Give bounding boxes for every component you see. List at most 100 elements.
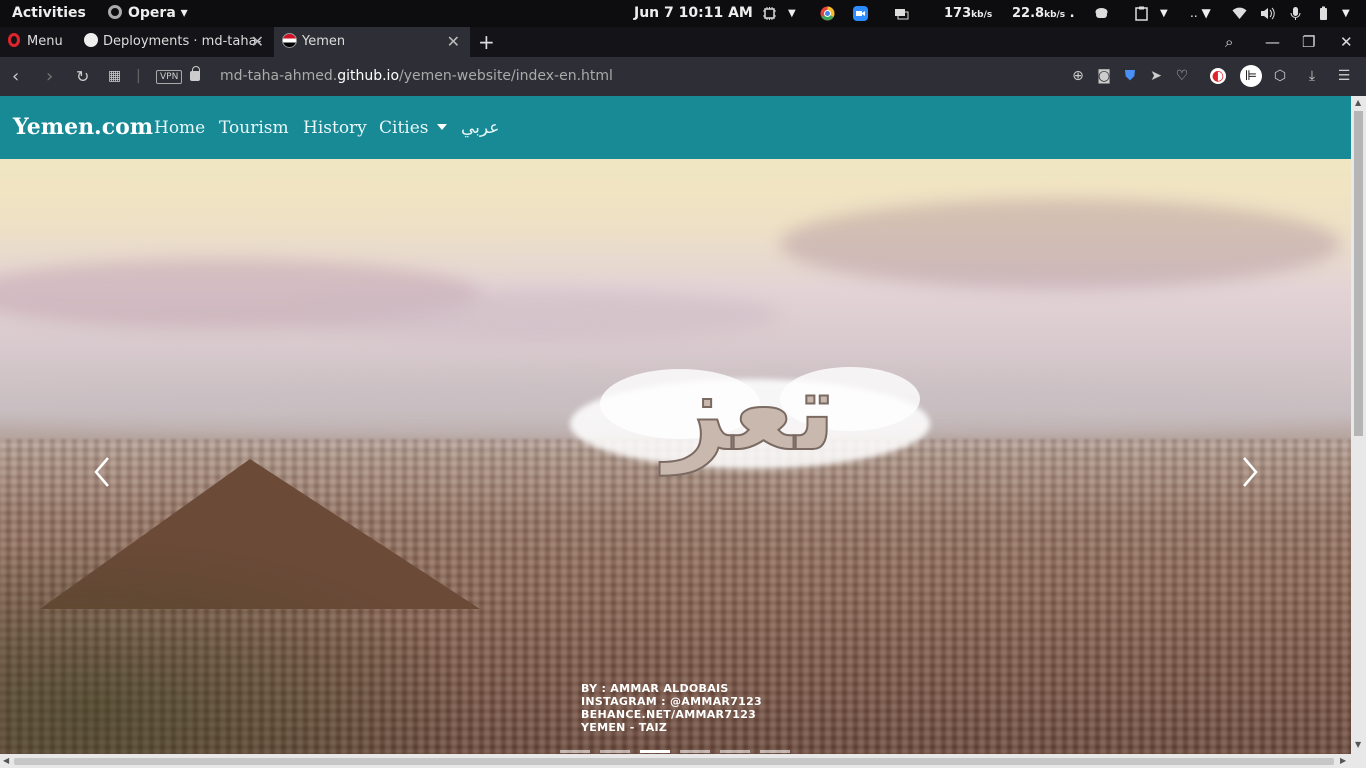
system-menu-icon[interactable]: ▼ [1342, 0, 1350, 27]
carousel-indicator[interactable] [720, 750, 750, 753]
display-icon[interactable] [894, 6, 909, 21]
url-path: /yemen-website/index-en.html [399, 68, 613, 84]
carousel-indicator-active[interactable] [640, 750, 670, 753]
clipboard-icon[interactable] [1134, 6, 1149, 21]
opera-menu-button[interactable]: Menu [0, 27, 76, 57]
clock[interactable]: Jun 7 10:11 AM [634, 0, 753, 27]
new-tab-button[interactable]: + [478, 27, 495, 57]
nav-tourism[interactable]: Tourism [219, 96, 289, 161]
coffee-icon[interactable] [1094, 6, 1109, 21]
tab-search-icon[interactable]: ⌕ [1225, 27, 1233, 57]
activities-button[interactable]: Activities [12, 0, 86, 27]
credit-line: BY : AMMAR ALDOBAIS [581, 682, 729, 695]
tab-yemen[interactable]: Yemen ✕ [274, 27, 470, 57]
extension-icon[interactable]: ⊫ [1240, 65, 1262, 87]
chrome-icon[interactable] [820, 6, 835, 21]
easy-setup-icon[interactable]: ☰ [1336, 68, 1352, 84]
site-brand[interactable]: Yemen.com [13, 96, 153, 159]
lock-icon[interactable] [190, 66, 200, 81]
cpu-dropdown-icon[interactable]: ▼ [788, 0, 796, 27]
nav-cities-label: Cities [379, 118, 429, 138]
chevron-down-icon [436, 124, 447, 130]
yemen-flag-icon [282, 33, 297, 48]
zoom-in-icon[interactable]: ⊕ [1070, 68, 1086, 84]
close-tab-icon[interactable]: ✕ [447, 27, 460, 57]
carousel-next-button[interactable] [1238, 454, 1262, 490]
app-menu-button[interactable]: Opera ▾ [108, 0, 188, 27]
scroll-up-icon[interactable]: ▲ [1355, 98, 1361, 107]
snapshot-icon[interactable]: ◙ [1096, 68, 1112, 84]
tab-overview-icon[interactable]: ▦ [108, 57, 121, 96]
tab-title: Yemen [302, 34, 346, 49]
zoom-icon[interactable] [853, 6, 868, 21]
app-name: Opera [128, 5, 176, 21]
back-button[interactable]: ‹ [12, 57, 19, 96]
carousel-indicator[interactable] [760, 750, 790, 753]
github-icon [84, 33, 98, 47]
wifi-icon[interactable] [1232, 6, 1247, 21]
horizontal-scrollbar[interactable]: ◀ ▶ [0, 754, 1366, 768]
send-icon[interactable]: ➤ [1148, 68, 1164, 84]
address-bar: ‹ › ↻ ▦ | VPN md-taha-ahmed.github.io/ye… [0, 57, 1366, 96]
vpn-badge[interactable]: VPN [156, 70, 183, 84]
overflow-icon[interactable]: .. ▼ [1190, 0, 1211, 27]
nav-home[interactable]: Home [154, 96, 205, 161]
minimize-button[interactable]: — [1265, 27, 1280, 57]
close-window-button[interactable]: ✕ [1340, 27, 1353, 57]
scroll-right-icon[interactable]: ▶ [1340, 756, 1346, 765]
chevron-right-icon [1243, 457, 1258, 487]
divider: | [136, 68, 141, 84]
url-domain: github.io [337, 68, 400, 84]
carousel-indicator[interactable] [560, 750, 590, 753]
web-page: Yemen.com Home Tourism History Cities عر… [0, 96, 1351, 754]
tab-strip: Menu Deployments · md-taha- ✕ Yemen ✕ + ⌕ … [0, 27, 1366, 57]
nav-cities-dropdown[interactable]: Cities [379, 96, 447, 161]
hero-carousel: تعز BY : AMMAR ALDOBAIS INSTAGRAM : @AMM… [0, 159, 1351, 754]
reload-button[interactable]: ↻ [76, 57, 89, 96]
net-upload-speed: 22.8kb/s . [1012, 6, 1075, 21]
net-down-unit: kb/s [971, 10, 993, 20]
carousel-indicators [560, 750, 800, 753]
tab-title: Deployments · md-taha- [103, 34, 262, 49]
carousel-prev-button[interactable] [90, 454, 114, 490]
menu-label: Menu [27, 34, 63, 49]
heart-icon[interactable]: ♡ [1174, 68, 1190, 84]
vertical-scroll-thumb[interactable] [1354, 111, 1363, 436]
maximize-button[interactable]: ❐ [1302, 27, 1315, 57]
carousel-indicator[interactable] [600, 750, 630, 753]
battery-icon[interactable] [1316, 6, 1331, 21]
volume-icon[interactable] [1260, 6, 1275, 21]
extension-icon[interactable]: ◐ [1210, 68, 1226, 84]
net-up-unit: kb/s [1044, 10, 1066, 20]
foreground-hill [0, 539, 480, 754]
taiz-title-art: تعز [570, 346, 930, 477]
close-tab-icon[interactable]: ✕ [251, 27, 264, 57]
credit-line: YEMEN - TAIZ [581, 721, 668, 734]
cloud [780, 199, 1340, 289]
opera-app-icon [108, 5, 122, 19]
nav-arabic[interactable]: عربي [461, 96, 499, 161]
image-title: تعز [659, 347, 836, 476]
photo-credits: BY : AMMAR ALDOBAIS INSTAGRAM : @AMMAR71… [581, 682, 762, 734]
opera-logo-icon [8, 33, 20, 47]
nav-history[interactable]: History [303, 96, 367, 161]
url-field[interactable]: md-taha-ahmed.github.io/yemen-website/in… [220, 57, 613, 96]
scroll-down-icon[interactable]: ▼ [1355, 740, 1361, 749]
clipboard-dropdown-icon[interactable]: ▼ [1160, 0, 1168, 27]
vertical-scrollbar[interactable]: ▲ ▼ [1351, 96, 1366, 754]
cube-icon[interactable]: ⬡ [1272, 68, 1288, 84]
cpu-icon[interactable] [762, 6, 777, 21]
forward-button[interactable]: › [46, 57, 53, 96]
adblock-shield-icon[interactable]: ⛊ [1122, 68, 1138, 84]
mic-icon[interactable] [1288, 6, 1303, 21]
net-down-value: 173 [944, 6, 972, 21]
site-navbar: Yemen.com Home Tourism History Cities عر… [0, 96, 1351, 159]
tab-deployments[interactable]: Deployments · md-taha- ✕ [76, 27, 274, 57]
scroll-left-icon[interactable]: ◀ [3, 756, 9, 765]
carousel-indicator[interactable] [680, 750, 710, 753]
horizontal-scroll-thumb[interactable] [14, 758, 1334, 765]
chevron-left-icon [94, 457, 109, 487]
net-up-value: 22.8 [1012, 6, 1045, 21]
download-icon[interactable]: ⤓ [1304, 68, 1320, 84]
system-top-bar: Activities Opera ▾ Jun 7 10:11 AM ▼ 173k… [0, 0, 1366, 27]
